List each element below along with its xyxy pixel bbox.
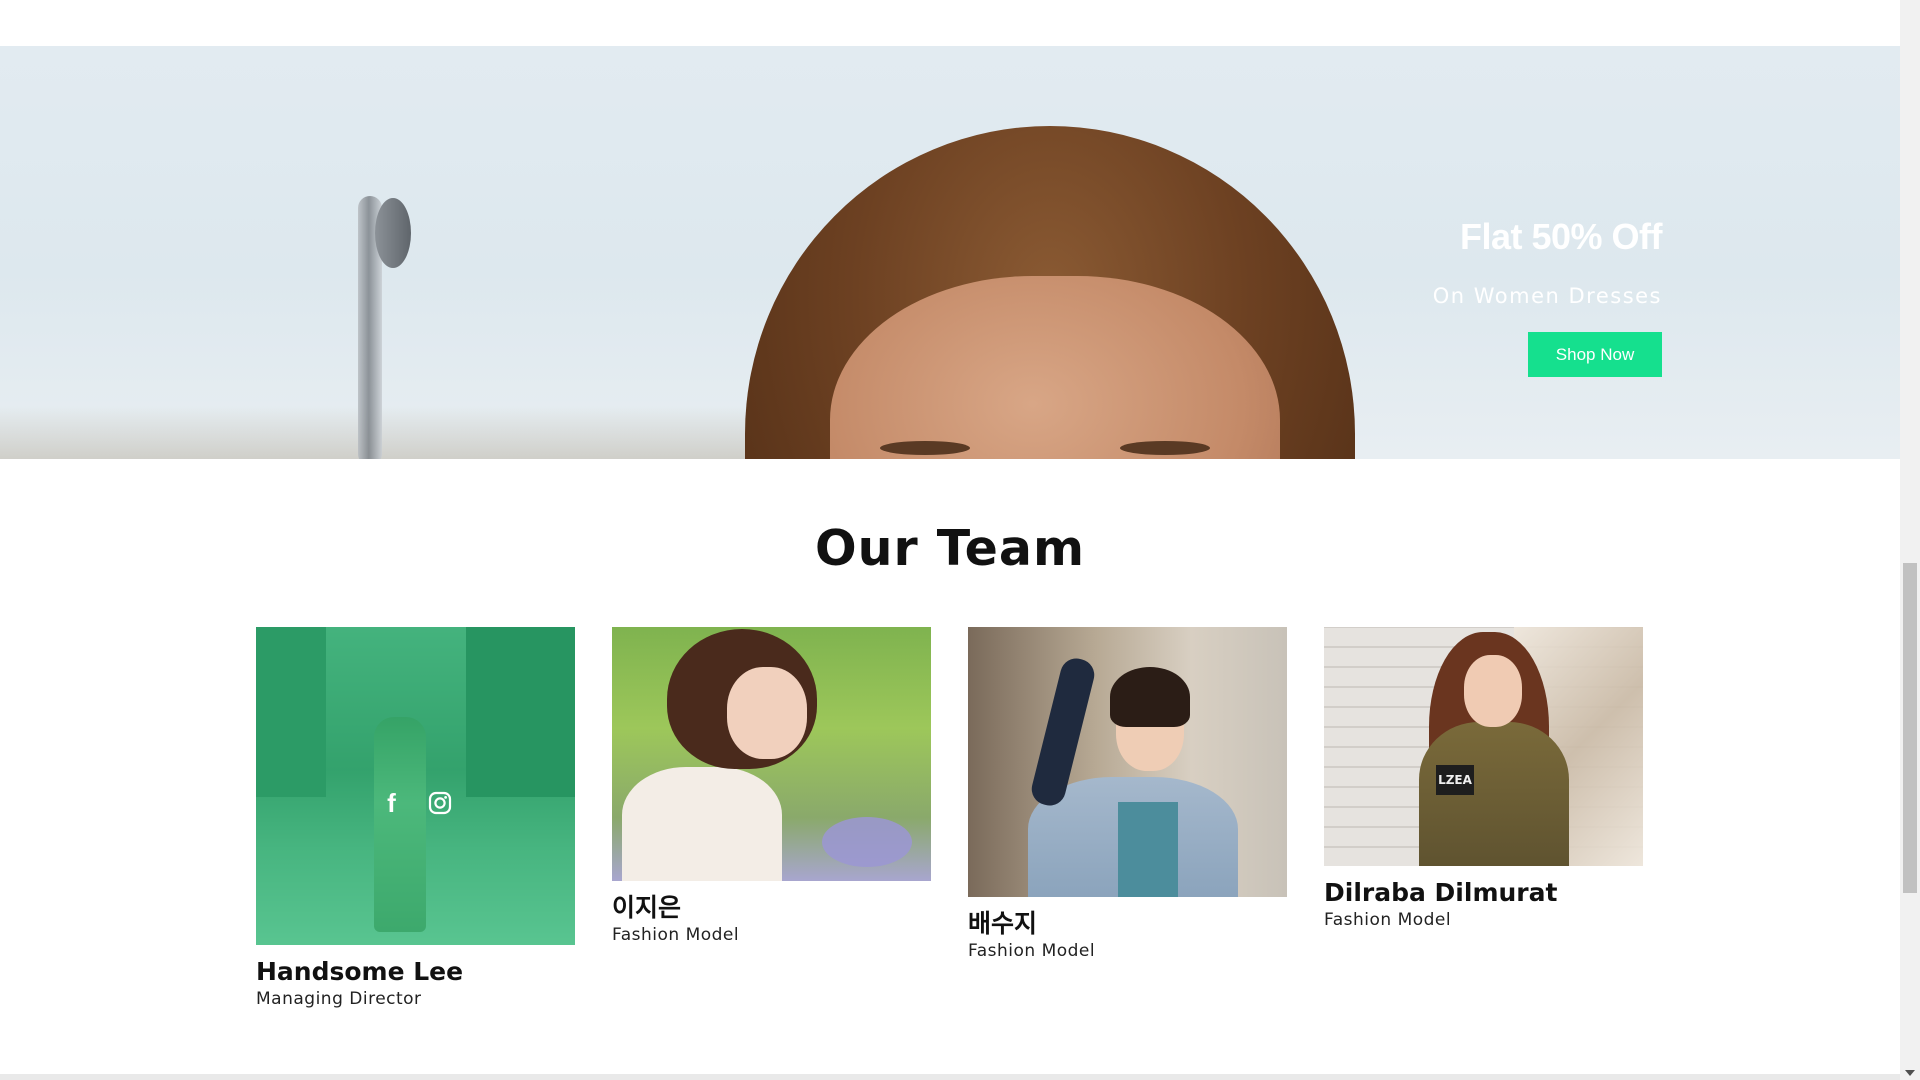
team-card-lee-ji-eun[interactable]: 이지은 Fashion Model [612,627,931,945]
member-name: 배수지 [968,909,1038,938]
page-bottom-edge [0,1074,1900,1080]
photo-hair [1110,667,1190,727]
banner-text-block: Flat 50% Off On Women Dresses Shop Now [1432,216,1663,377]
member-name: Handsome Lee [256,957,464,986]
photo-shirt [1118,802,1178,897]
banner-ledge [0,406,820,459]
member-role: Managing Director [256,989,422,1009]
banner-title: Flat 50% Off [1459,216,1663,257]
photo-body [622,767,782,881]
team-card-bae-suzy[interactable]: 배수지 Fashion Model [968,627,1287,961]
scrollbar-thumb[interactable] [1903,563,1917,893]
social-links: f [256,790,575,816]
facebook-icon[interactable]: f [379,790,405,816]
team-photo-dilraba-dilmurat[interactable]: LZEA [1324,627,1643,866]
member-role: Fashion Model [968,941,1096,961]
scroll-down-arrow-icon[interactable] [1905,1070,1915,1076]
photo-flowers [822,817,912,867]
member-role: Fashion Model [612,925,740,945]
team-heading: Our Team [814,520,1086,577]
photo-jacket-patch: LZEA [1436,765,1474,795]
team-photo-lee-ji-eun[interactable] [612,627,931,881]
team-card-dilraba-dilmurat[interactable]: LZEA Dilraba Dilmurat Fashion Model [1324,627,1643,930]
top-spacer [0,0,1900,46]
banner-pole-head [375,198,411,268]
page: Flat 50% Off On Women Dresses Shop Now O… [0,0,1920,1080]
team-card-handsome-lee[interactable]: f Handsome Lee Managing Director [256,627,575,1009]
banner-subtitle: On Women Dresses [1432,284,1662,308]
instagram-icon[interactable] [427,790,453,816]
member-role: Fashion Model [1324,910,1452,930]
photo-face [727,667,807,759]
banner-model-brow-left [880,441,970,455]
hover-overlay [256,627,575,945]
vertical-scrollbar[interactable] [1900,0,1920,1080]
shop-now-button[interactable]: Shop Now [1528,332,1662,377]
team-photo-bae-suzy[interactable] [968,627,1287,897]
member-name: 이지은 [612,893,682,922]
promo-banner: Flat 50% Off On Women Dresses Shop Now [0,46,1900,459]
photo-face [1464,655,1522,727]
banner-model-brow-right [1120,441,1210,455]
team-photo-handsome-lee[interactable]: f [256,627,575,945]
member-name: Dilraba Dilmurat [1324,878,1558,907]
